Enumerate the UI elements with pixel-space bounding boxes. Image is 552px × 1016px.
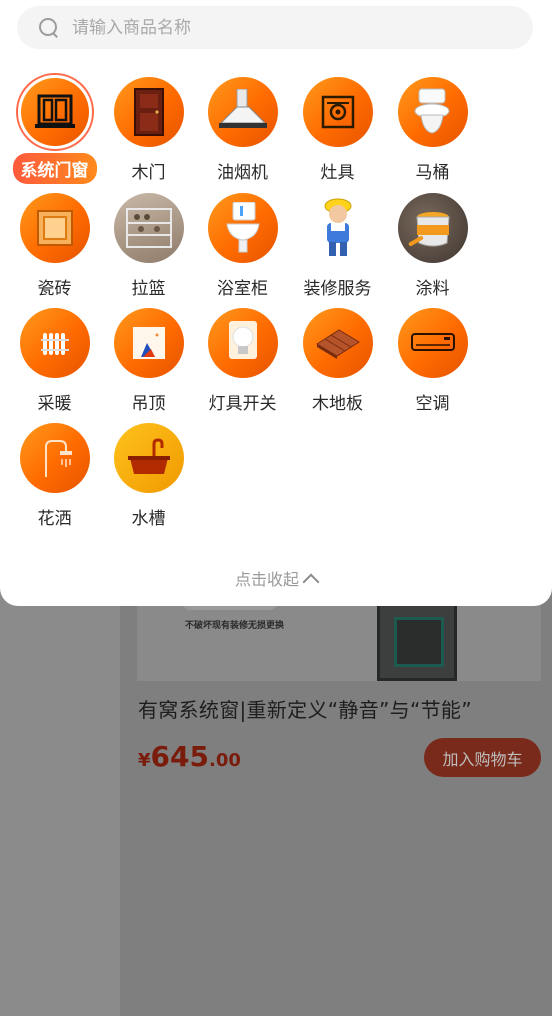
category-label: 木地板 xyxy=(312,394,363,414)
category-label: 浴室柜 xyxy=(217,279,268,299)
add-to-cart-button[interactable]: 加入购物车 xyxy=(424,738,541,777)
category-item-decoration-service[interactable]: 装修服务 xyxy=(290,193,385,303)
image-caption: 不破坏现有装修无损更换 xyxy=(185,621,285,631)
category-label: 油烟机 xyxy=(217,163,268,183)
price-decimal: .00 xyxy=(208,750,241,771)
range-hood-icon xyxy=(207,77,278,147)
pull-basket-icon xyxy=(113,193,184,263)
paint-bucket-icon xyxy=(397,193,468,263)
window-frame-icon xyxy=(15,73,94,151)
price-integer: 645 xyxy=(150,740,209,773)
category-popup: 系统门窗 木门 油烟机 xyxy=(0,0,552,606)
category-label: 采暖 xyxy=(37,394,72,414)
stove-icon xyxy=(302,77,373,147)
chevron-up-icon xyxy=(302,573,320,591)
price-symbol: ¥ xyxy=(138,750,151,771)
category-label: 涂料 xyxy=(415,279,450,299)
category-label: 花洒 xyxy=(37,509,72,529)
category-item-paint[interactable]: 涂料 xyxy=(385,193,480,303)
category-item-system-windows[interactable]: 系统门窗 xyxy=(7,73,102,187)
category-item-shower[interactable]: 花洒 xyxy=(7,423,102,533)
product-price: ¥645.00 xyxy=(138,740,241,773)
air-conditioner-icon xyxy=(397,308,468,378)
shower-head-icon xyxy=(19,423,90,493)
category-label: 系统门窗 xyxy=(12,153,97,184)
sink-icon xyxy=(113,423,184,493)
product-title[interactable]: 有窝系统窗|重新定义“静音”与“节能” xyxy=(138,694,472,723)
category-item-bathroom-cabinet[interactable]: 浴室柜 xyxy=(195,193,290,303)
category-label: 马桶 xyxy=(415,163,450,183)
category-item-ceiling[interactable]: 吊顶 xyxy=(101,308,196,418)
category-label: 瓷砖 xyxy=(37,279,72,299)
radiator-icon xyxy=(19,308,90,378)
light-bulb-icon xyxy=(207,308,278,378)
collapse-label: 点击收起 xyxy=(234,570,299,589)
category-item-heating[interactable]: 采暖 xyxy=(7,308,102,418)
bathroom-cabinet-icon xyxy=(207,193,278,263)
category-item-air-conditioner[interactable]: 空调 xyxy=(385,308,480,418)
toilet-icon xyxy=(397,77,468,147)
window-profile-image xyxy=(377,563,457,681)
category-label: 拉篮 xyxy=(131,279,166,299)
category-item-wood-floor[interactable]: 木地板 xyxy=(290,308,385,418)
search-bar[interactable] xyxy=(17,6,533,49)
category-item-stove[interactable]: 灶具 xyxy=(290,77,385,187)
category-label: 灯具开关 xyxy=(208,394,277,414)
tile-icon xyxy=(19,193,90,263)
category-item-range-hood[interactable]: 油烟机 xyxy=(195,77,290,187)
collapse-button[interactable]: 点击收起 xyxy=(0,566,552,591)
worker-icon xyxy=(302,193,373,263)
category-item-sink[interactable]: 水槽 xyxy=(101,423,196,533)
category-label: 空调 xyxy=(415,394,450,414)
search-input[interactable] xyxy=(72,17,492,38)
category-item-lighting-switch[interactable]: 灯具开关 xyxy=(195,308,290,418)
ceiling-panel-icon xyxy=(113,308,184,378)
wooden-door-icon xyxy=(113,77,184,147)
category-label: 木门 xyxy=(131,163,166,183)
category-label: 灶具 xyxy=(320,163,355,183)
search-icon xyxy=(39,17,59,38)
wood-floor-icon xyxy=(302,308,373,378)
category-label: 装修服务 xyxy=(303,279,372,299)
category-item-pull-basket[interactable]: 拉篮 xyxy=(101,193,196,303)
category-item-tile[interactable]: 瓷砖 xyxy=(7,193,102,303)
category-label: 水槽 xyxy=(131,509,166,529)
category-item-toilet[interactable]: 马桶 xyxy=(385,77,480,187)
category-item-wooden-door[interactable]: 木门 xyxy=(101,77,196,187)
category-label: 吊顶 xyxy=(131,394,166,414)
